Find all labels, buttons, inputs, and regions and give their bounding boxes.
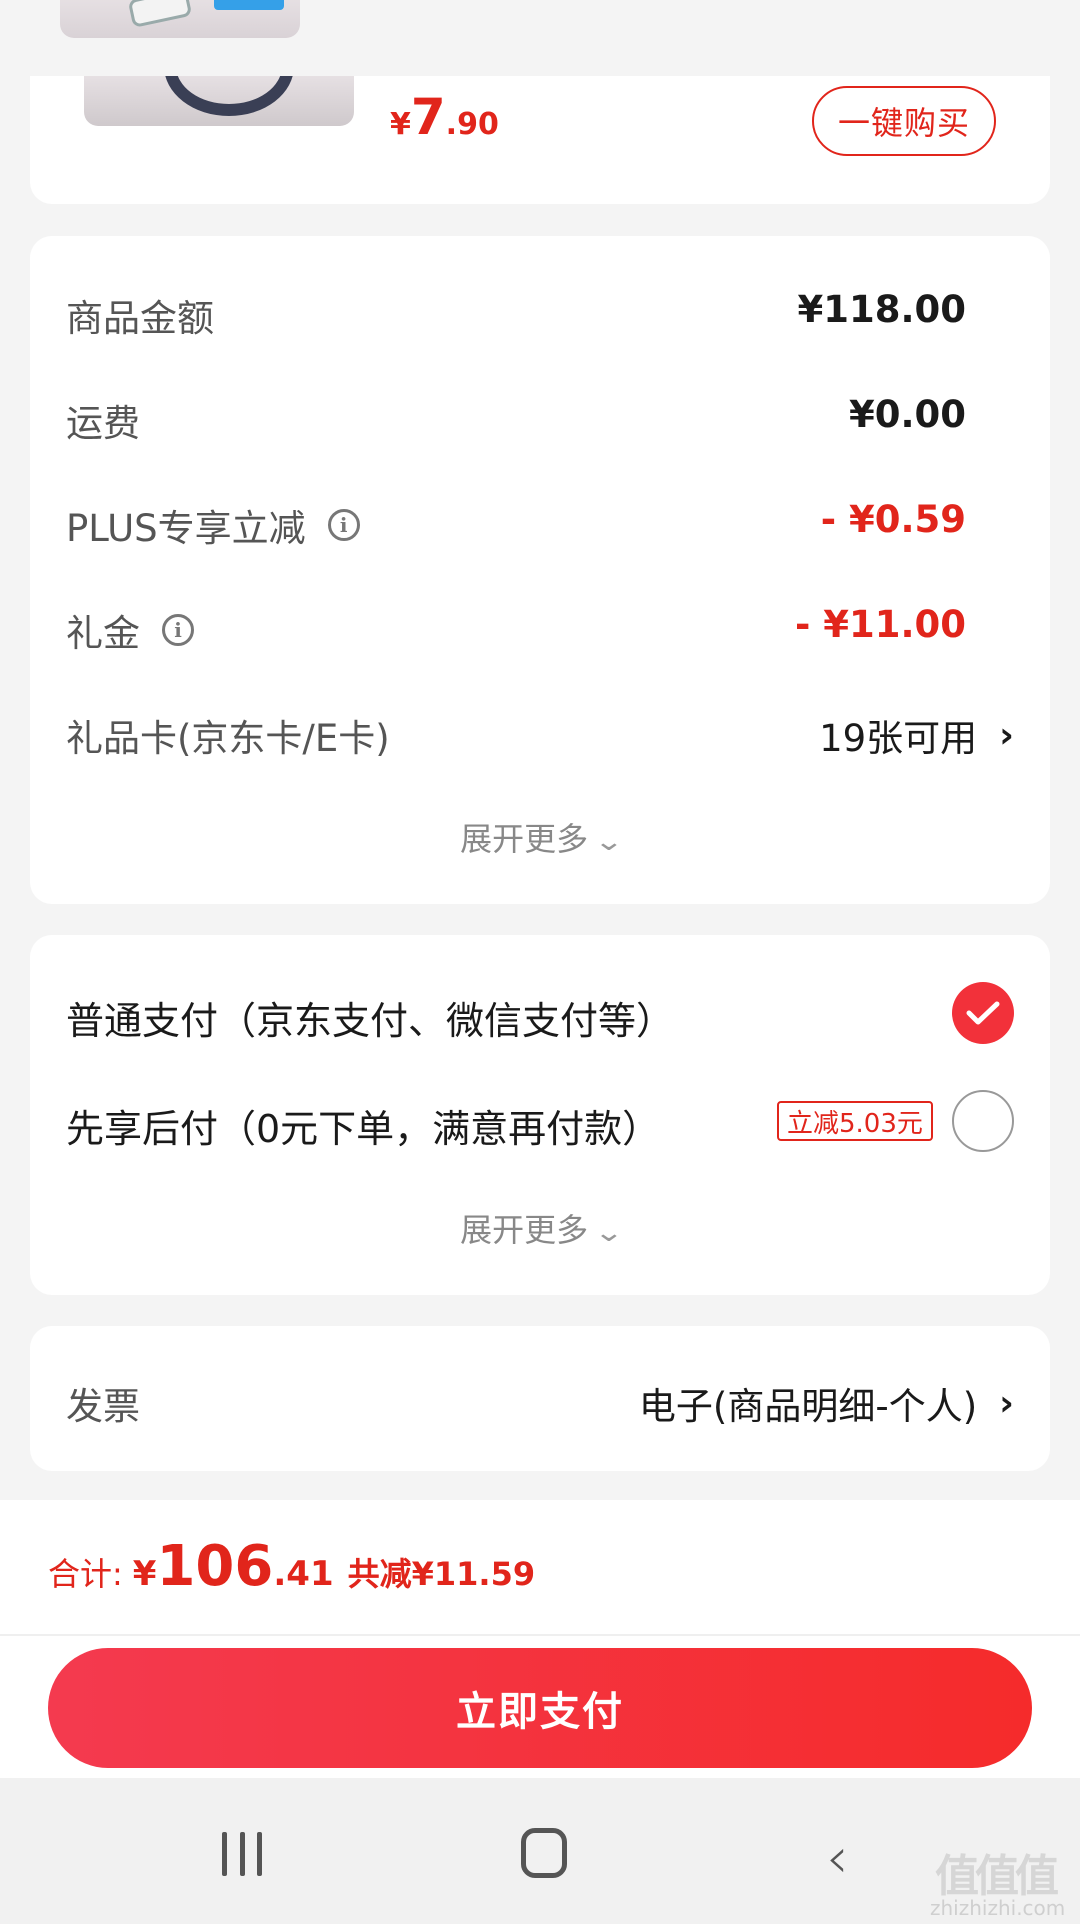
invoice-label: 发票 (66, 1385, 140, 1428)
plus-discount-value: - ¥0.59 (820, 498, 966, 541)
gift-money-value: - ¥11.00 (794, 603, 966, 646)
chevron-right-icon: › (999, 714, 1014, 756)
plus-discount-label: PLUS专享立减 (66, 507, 306, 550)
invoice-row-label: 发票 (66, 1376, 140, 1430)
price-currency: ¥ (390, 107, 411, 142)
home-icon[interactable] (521, 1828, 567, 1878)
price-decimal: .90 (445, 107, 499, 142)
chevron-right-icon: › (999, 1382, 1014, 1424)
pay-now-button[interactable]: 立即支付 (48, 1648, 1032, 1768)
total-label: 合计: (48, 1555, 123, 1593)
promo-badge: 立减5.03元 (777, 1101, 933, 1141)
gift-card-available: 19张可用 (819, 717, 978, 760)
invoice-value: 电子(商品明细-个人) (638, 1385, 978, 1428)
goods-amount-label: 商品金额 (66, 297, 214, 340)
one-click-buy-button[interactable]: 一键购买 (812, 86, 996, 156)
gift-money-row-label: 礼金 i (66, 603, 194, 657)
plus-discount-row-label: PLUS专享立减 i (66, 498, 360, 552)
product-thumbnail-top[interactable] (60, 0, 300, 38)
gift-money-label: 礼金 (66, 612, 140, 655)
shipping-row-label: 运费 (66, 393, 140, 447)
expand-more-label: 展开更多 (460, 820, 589, 858)
watermark-logo: 值值值 (935, 1851, 1059, 1902)
shipping-label: 运费 (66, 402, 140, 445)
back-icon[interactable]: ‹ (826, 1826, 848, 1891)
total-currency: ¥ (132, 1554, 157, 1594)
gift-card-selector[interactable]: 19张可用 › (819, 708, 1014, 762)
phone-image (127, 0, 193, 28)
expand-more-amounts[interactable]: 展开更多 ⌄ (0, 814, 1080, 860)
expand-more-payment[interactable]: 展开更多 ⌄ (0, 1205, 1080, 1251)
product-price: ¥7.90 (390, 88, 499, 146)
gift-card-row-label[interactable]: 礼品卡(京东卡/E卡) (66, 708, 390, 762)
gift-card-label: 礼品卡(京东卡/E卡) (66, 717, 390, 760)
shipping-value: ¥0.00 (848, 393, 966, 436)
radio-unselected[interactable] (952, 1090, 1014, 1152)
chevron-down-icon: ⌄ (593, 1218, 625, 1248)
product-tag-image (214, 0, 284, 10)
check-icon (966, 1001, 1000, 1025)
info-icon[interactable]: i (162, 614, 194, 646)
total-integer: 106 (156, 1534, 274, 1599)
goods-amount-row-label: 商品金额 (66, 288, 214, 342)
watermark-text: zhizhizhi.com (930, 1896, 1066, 1920)
expand-more-label: 展开更多 (460, 1211, 589, 1249)
goods-amount-value: ¥118.00 (797, 288, 966, 331)
total-amount: 合计: ¥ 106 .41 共减¥11.59 (48, 1534, 535, 1599)
invoice-selector[interactable]: 电子(商品明细-个人) › (639, 1376, 1014, 1430)
cable-ring-image (164, 76, 294, 116)
chevron-down-icon: ⌄ (593, 827, 625, 857)
product-thumbnail[interactable] (84, 76, 354, 126)
total-decimal: .41 (273, 1554, 334, 1594)
price-integer: 7 (410, 88, 446, 146)
radio-selected[interactable] (952, 982, 1014, 1044)
recent-apps-icon[interactable] (222, 1832, 262, 1876)
payment-option-normal[interactable]: 普通支付（京东支付、微信支付等） (66, 990, 674, 1045)
info-icon[interactable]: i (327, 509, 360, 541)
payment-option-pay-later[interactable]: 先享后付（0元下单，满意再付款） (66, 1098, 660, 1153)
total-saved: 共减¥11.59 (347, 1555, 536, 1593)
